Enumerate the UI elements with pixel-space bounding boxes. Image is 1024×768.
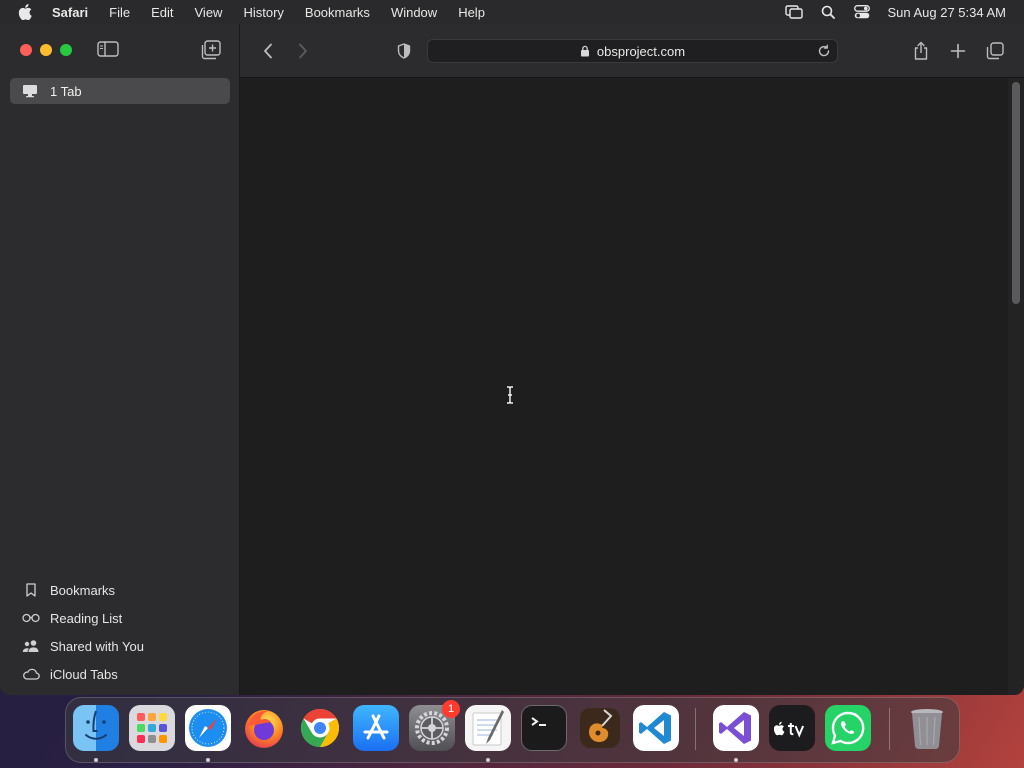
chevron-right-icon — [299, 43, 307, 59]
glasses-icon — [22, 610, 40, 626]
menu-edit[interactable]: Edit — [151, 5, 173, 20]
terminal-icon — [531, 717, 546, 726]
dock-separator — [889, 708, 890, 750]
apple-tv-icon — [774, 721, 805, 738]
safari-window: 1 Tab Bookmarks Reading List Shared with… — [0, 24, 1024, 695]
close-button[interactable] — [20, 44, 32, 56]
tab-overview-button[interactable] — [985, 41, 1005, 61]
tab-row-label: 1 Tab — [50, 83, 82, 99]
tab-overview-icon — [986, 42, 1004, 60]
textedit-running-indicator — [486, 758, 490, 762]
tab-group-this-mac[interactable]: 1 Tab — [10, 78, 230, 104]
window-controls — [20, 44, 80, 56]
visual-studio-icon — [719, 712, 751, 744]
dock-vscode[interactable] — [633, 705, 679, 751]
trash-icon — [911, 709, 943, 749]
dock-whatsapp[interactable] — [825, 705, 871, 751]
dock-terminal[interactable] — [521, 705, 567, 751]
menu-bookmarks[interactable]: Bookmarks — [305, 5, 370, 20]
sidebar-sections: Bookmarks Reading List Shared with You i… — [22, 576, 144, 688]
control-center-icon[interactable] — [853, 4, 871, 20]
menu-bar-clock[interactable]: Sun Aug 27 5:34 AM — [887, 5, 1006, 20]
dock: 1 — [65, 697, 960, 763]
chrome-icon — [300, 708, 340, 748]
menu-bar: Safari File Edit View History Bookmarks … — [0, 0, 1024, 24]
finder-running-indicator — [94, 758, 98, 762]
safari-icon — [189, 709, 227, 747]
dock-trash[interactable] — [904, 705, 950, 751]
textedit-icon — [472, 710, 504, 746]
new-tab-button[interactable] — [948, 41, 968, 61]
screen-mirroring-icon[interactable] — [785, 4, 804, 20]
zoom-button[interactable] — [60, 44, 72, 56]
menu-help[interactable]: Help — [458, 5, 485, 20]
sidebar-item-label: Reading List — [50, 610, 123, 626]
launchpad-icon — [137, 713, 167, 743]
minimize-button[interactable] — [40, 44, 52, 56]
sidebar-item-label: iCloud Tabs — [50, 666, 118, 682]
dock-launchpad[interactable] — [129, 705, 175, 751]
safari-running-indicator — [206, 758, 210, 762]
people-icon — [22, 638, 40, 654]
text-cursor-icon — [505, 386, 515, 404]
dock-firefox[interactable] — [241, 705, 287, 751]
dock-chrome[interactable] — [297, 705, 343, 751]
forward-button[interactable] — [293, 41, 313, 61]
menu-file[interactable]: File — [109, 5, 130, 20]
dock-system-settings[interactable]: 1 — [409, 700, 460, 751]
menu-view[interactable]: View — [195, 5, 223, 20]
sidebar-item-label: Bookmarks — [50, 582, 116, 598]
web-content[interactable] — [241, 78, 1024, 695]
sidebar-item-icloud-tabs[interactable]: iCloud Tabs — [22, 660, 144, 688]
menu-safari[interactable]: Safari — [52, 5, 88, 20]
dock-finder[interactable] — [73, 705, 119, 751]
vertical-scrollbar[interactable] — [1008, 78, 1024, 695]
chevron-left-icon — [264, 43, 272, 59]
sidebar-item-bookmarks[interactable]: Bookmarks — [22, 576, 144, 604]
garageband-icon — [580, 708, 620, 748]
new-tab-group-icon[interactable] — [201, 40, 223, 60]
sidebar-item-reading-list[interactable]: Reading List — [22, 604, 144, 632]
dock-apple-tv[interactable] — [769, 705, 815, 751]
plus-icon — [950, 43, 966, 59]
share-icon — [914, 41, 928, 60]
scrollbar-thumb[interactable] — [1012, 82, 1020, 304]
menu-window[interactable]: Window — [391, 5, 437, 20]
sidebar: 1 Tab Bookmarks Reading List Shared with… — [0, 24, 240, 695]
app-store-icon — [363, 714, 389, 740]
menu-history[interactable]: History — [243, 5, 283, 20]
shield-icon — [397, 43, 411, 59]
dock-visual-studio[interactable] — [713, 705, 759, 751]
spotlight-search-icon[interactable] — [819, 4, 837, 20]
finder-icon — [85, 710, 107, 740]
back-button[interactable] — [258, 41, 278, 61]
reload-icon[interactable] — [817, 44, 831, 58]
address-bar-url: obsproject.com — [596, 43, 686, 59]
visual-studio-running-indicator — [734, 758, 738, 762]
firefox-icon — [245, 710, 283, 748]
toolbar: obsproject.com — [240, 24, 1024, 78]
whatsapp-icon — [831, 711, 865, 745]
sidebar-toggle-icon[interactable] — [97, 41, 119, 59]
sidebar-item-label: Shared with You — [50, 638, 144, 654]
sidebar-item-shared-with-you[interactable]: Shared with You — [22, 632, 144, 660]
dock-textedit[interactable] — [465, 705, 511, 751]
display-icon — [22, 84, 40, 98]
address-bar[interactable]: obsproject.com — [427, 39, 838, 63]
dock-safari[interactable] — [185, 705, 231, 751]
vscode-icon — [639, 712, 671, 744]
dock-garageband[interactable] — [577, 705, 623, 751]
privacy-report-button[interactable] — [394, 41, 414, 61]
lock-icon — [580, 45, 592, 57]
bookmark-icon — [22, 582, 40, 598]
dock-separator — [695, 708, 696, 750]
cloud-icon — [22, 666, 40, 682]
apple-menu-icon[interactable] — [18, 4, 36, 20]
dock-app-store[interactable] — [353, 705, 399, 751]
share-button[interactable] — [911, 41, 931, 61]
notification-badge: 1 — [442, 700, 460, 718]
